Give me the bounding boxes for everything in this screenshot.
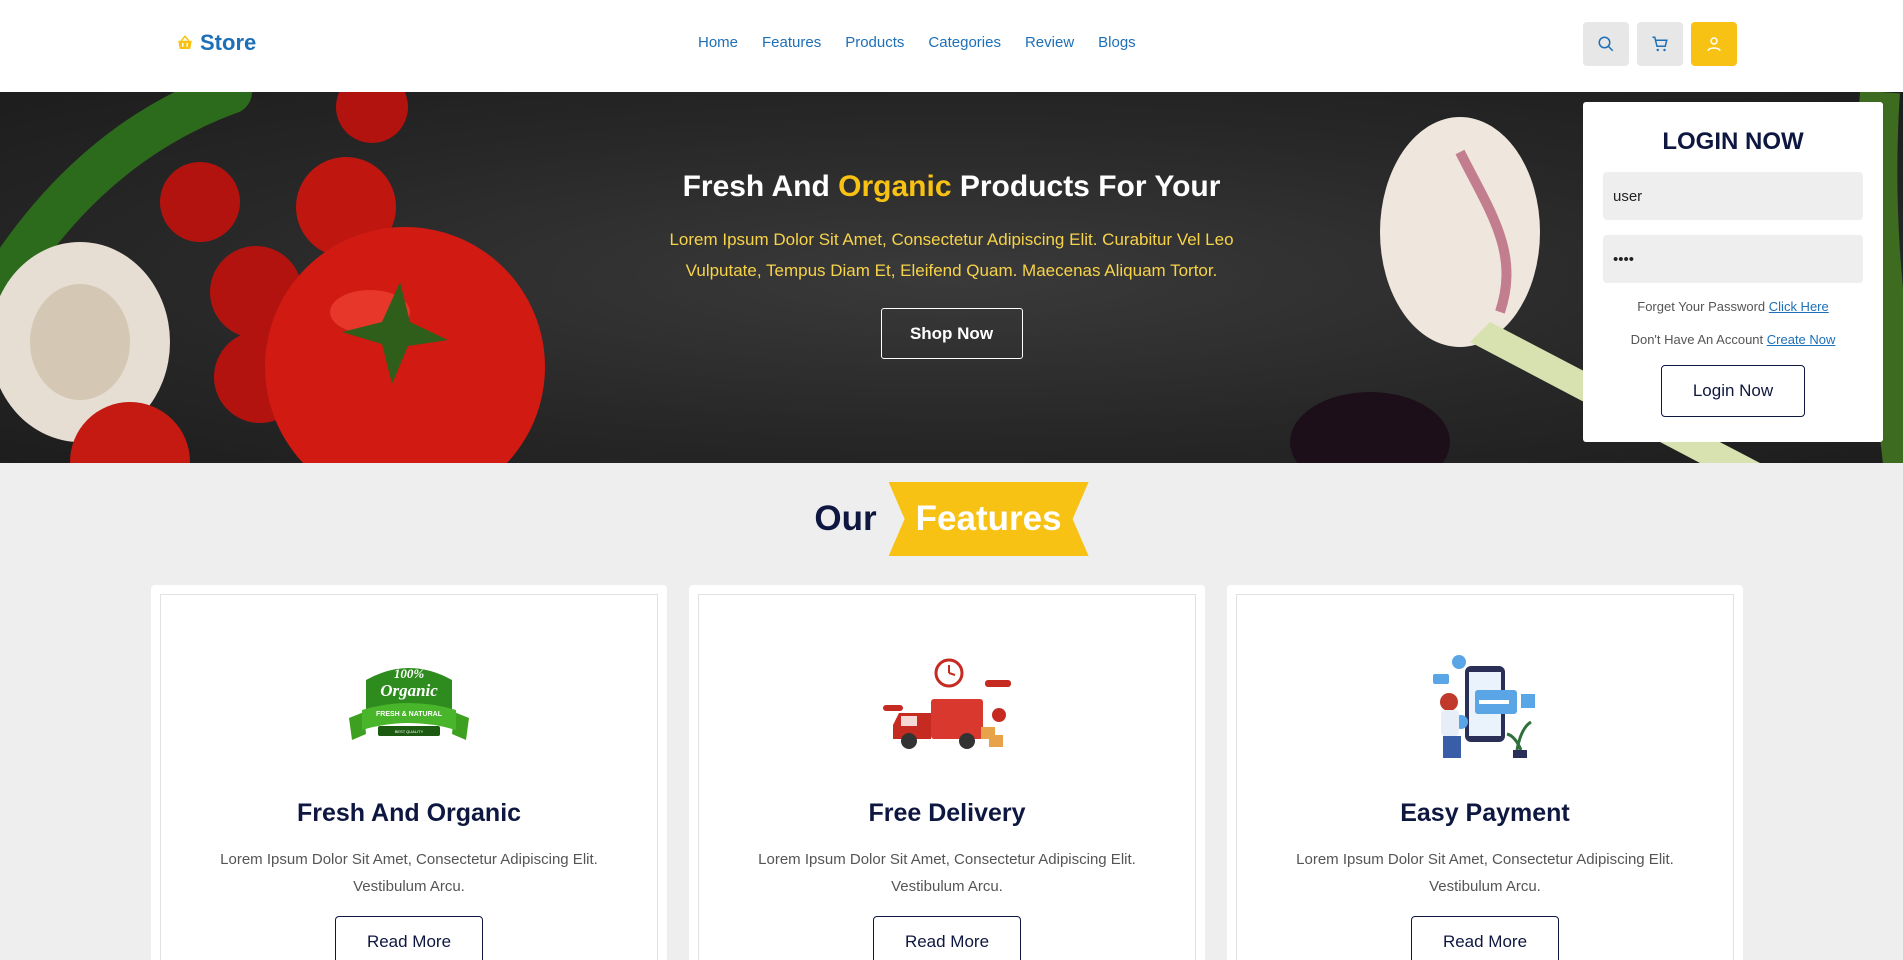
login-title: LOGIN NOW (1662, 128, 1804, 155)
create-account-link[interactable]: Create Now (1767, 332, 1836, 347)
feature-card: Easy Payment Lorem Ipsum Dolor Sit Amet,… (1227, 585, 1743, 960)
features-heading-our: Our (814, 499, 877, 538)
feature-card: 100% Organic FRESH & NATURAL BEST QUALIT… (151, 585, 667, 960)
feature-text: Lorem Ipsum Dolor Sit Amet, Consectetur … (1296, 851, 1674, 895)
cart-icon (1652, 36, 1668, 52)
hero-title-part: Fresh And (682, 170, 839, 203)
password-input[interactable] (1603, 235, 1863, 283)
badge-line-2: Organic (380, 681, 438, 700)
nav-home[interactable]: Home (698, 34, 738, 51)
logo[interactable]: Store (176, 30, 256, 56)
read-more-button[interactable]: Read More (1411, 916, 1559, 960)
badge-line-1: 100% (394, 666, 425, 681)
feature-card: Free Delivery Lorem Ipsum Dolor Sit Amet… (689, 585, 1205, 960)
delivery-truck-image (699, 645, 1195, 765)
login-form: LOGIN NOW Forget Your Password Click Her… (1583, 102, 1883, 442)
shop-now-button[interactable]: Shop Now (880, 308, 1023, 359)
create-account-line: Don't Have An Account Create Now (1583, 332, 1883, 347)
feature-text: Lorem Ipsum Dolor Sit Amet, Consectetur … (758, 851, 1136, 895)
site-header: Store Home Features Products Categories … (0, 0, 1903, 92)
create-account-text: Don't Have An Account (1630, 332, 1767, 347)
features-heading-tag: Features (888, 482, 1089, 556)
nav-features[interactable]: Features (762, 34, 821, 51)
forgot-password-text: Forget Your Password (1637, 299, 1769, 314)
header-actions (1583, 22, 1737, 66)
user-icon (1707, 37, 1721, 52)
user-button[interactable] (1691, 22, 1737, 66)
hero-title-highlight: Organic (838, 170, 952, 203)
logo-text: Store (200, 30, 257, 55)
feature-text: Lorem Ipsum Dolor Sit Amet, Consectetur … (220, 851, 598, 895)
feature-title: Fresh And Organic (296, 799, 522, 827)
shopping-basket-icon (178, 35, 192, 49)
nav-categories[interactable]: Categories (928, 34, 1001, 51)
search-icon (1598, 36, 1614, 52)
feature-title: Easy Payment (1400, 799, 1570, 827)
nav-review[interactable]: Review (1025, 34, 1074, 51)
read-more-button[interactable]: Read More (873, 916, 1021, 960)
badge-line-3: FRESH & NATURAL (376, 711, 443, 718)
nav-blogs[interactable]: Blogs (1098, 34, 1136, 51)
login-button[interactable]: Login Now (1661, 365, 1805, 417)
online-payment-image (1237, 645, 1733, 765)
search-button[interactable] (1583, 22, 1629, 66)
username-input[interactable] (1603, 172, 1863, 220)
forgot-password-line: Forget Your Password Click Here (1583, 299, 1883, 314)
badge-line-4: BEST QUALITY (395, 729, 424, 734)
cart-button[interactable] (1637, 22, 1683, 66)
hero-title-part: Products For Your (951, 170, 1221, 203)
main-nav: Home Features Products Categories Review… (698, 34, 1136, 51)
nav-products[interactable]: Products (845, 34, 904, 51)
forgot-password-link[interactable]: Click Here (1769, 299, 1829, 314)
hero-text: Lorem Ipsum Dolor Sit Amet, Consectetur … (669, 230, 1234, 280)
features-heading: Our Features (0, 482, 1903, 556)
feature-cards: 100% Organic FRESH & NATURAL BEST QUALIT… (151, 585, 1743, 960)
organic-badge-image: 100% Organic FRESH & NATURAL BEST QUALIT… (161, 645, 657, 765)
read-more-button[interactable]: Read More (335, 916, 483, 960)
feature-title: Free Delivery (868, 799, 1026, 827)
